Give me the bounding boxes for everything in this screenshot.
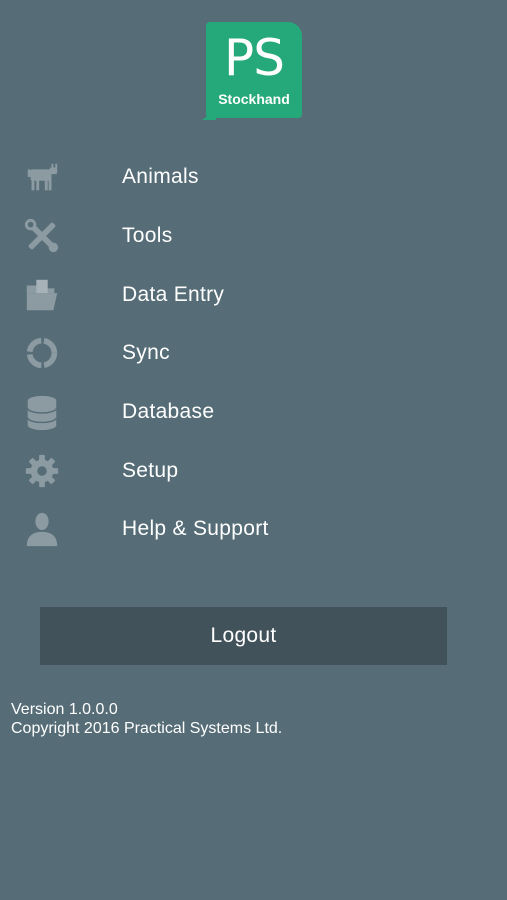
menu-item-label: Animals — [122, 165, 199, 189]
menu-item-label: Sync — [122, 341, 170, 365]
cow-icon — [22, 157, 62, 197]
app-logo: PS Stockhand — [202, 22, 302, 120]
menu-item-label: Database — [122, 400, 215, 424]
folder-icon — [22, 275, 62, 315]
logo-name: Stockhand — [218, 91, 290, 107]
logo-initials: PS — [224, 29, 285, 87]
menu-item-animals[interactable]: Animals — [0, 148, 507, 207]
gear-icon — [22, 451, 62, 491]
menu-item-label: Data Entry — [122, 282, 225, 306]
menu-item-setup[interactable]: Setup — [0, 441, 507, 500]
menu-item-sync[interactable]: Sync — [0, 324, 507, 383]
menu-item-label: Tools — [122, 224, 173, 248]
person-icon — [22, 509, 62, 549]
menu-item-database[interactable]: Database — [0, 383, 507, 442]
database-icon — [22, 392, 62, 432]
copyright-text: Copyright 2016 Practical Systems Ltd. — [11, 720, 283, 737]
version-text: Version 1.0.0.0 — [11, 701, 118, 718]
menu-item-tools[interactable]: Tools — [0, 207, 507, 266]
menu-item-data-entry[interactable]: Data Entry — [0, 265, 507, 324]
menu-item-label: Help & Support — [122, 517, 269, 541]
tools-icon — [22, 216, 62, 256]
menu-item-help-support[interactable]: Help & Support — [0, 500, 507, 559]
main-menu: Animals Tools Data Entry Sync Database S… — [0, 148, 507, 559]
menu-item-label: Setup — [122, 458, 179, 482]
footer: Version 1.0.0.0 Copyright 2016 Practical… — [11, 700, 282, 738]
sync-icon — [22, 333, 62, 373]
logout-button[interactable]: Logout — [40, 607, 447, 665]
